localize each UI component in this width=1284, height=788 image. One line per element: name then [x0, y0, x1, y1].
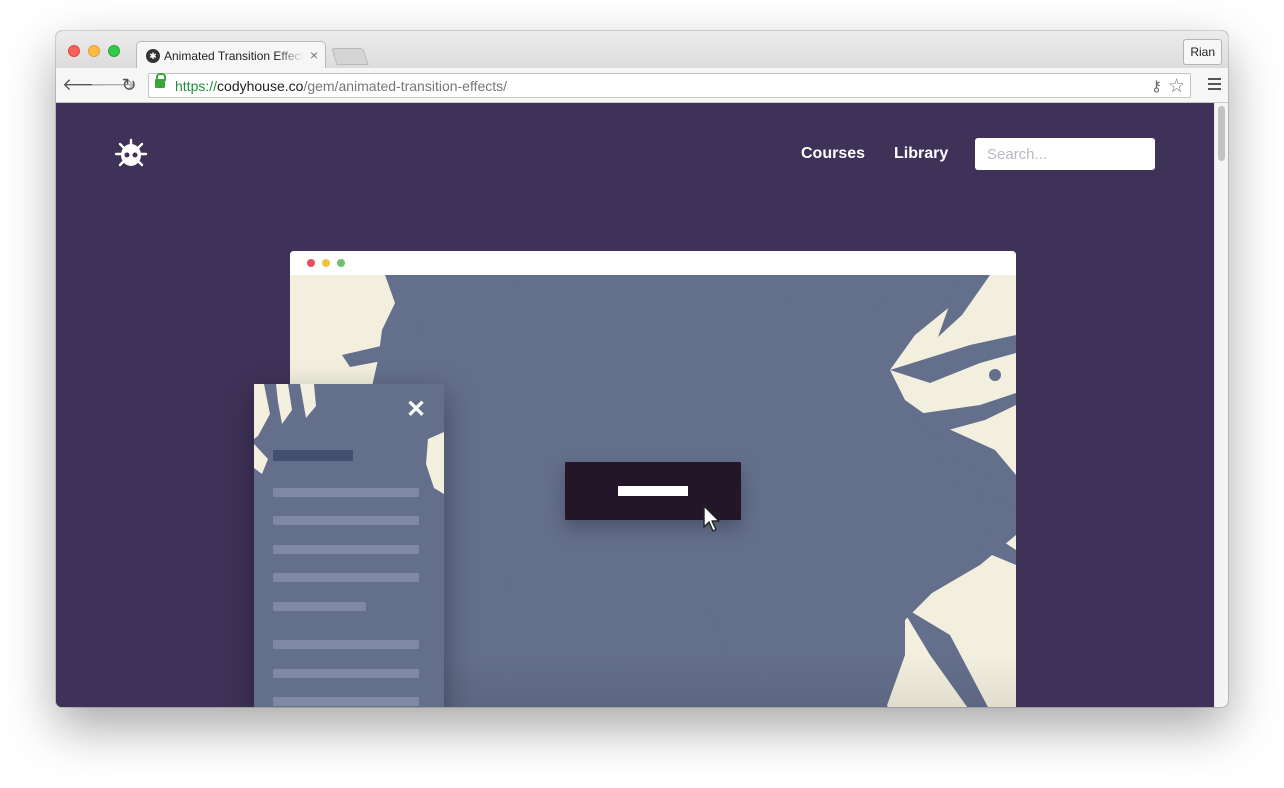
demo-button-label-bar — [618, 486, 688, 496]
close-window-button[interactable] — [68, 45, 80, 57]
close-panel-icon[interactable]: ✕ — [404, 398, 428, 422]
panel-menu-item[interactable] — [273, 516, 419, 525]
tab-close-icon[interactable]: × — [310, 47, 318, 63]
demo-yellow-dot — [322, 259, 330, 267]
zoom-window-button[interactable] — [108, 45, 120, 57]
panel-menu-item[interactable] — [273, 545, 419, 554]
profile-button[interactable]: Rian — [1183, 39, 1222, 65]
demo-window-bar — [290, 251, 1016, 275]
new-tab-button[interactable] — [331, 48, 369, 65]
codyhouse-favicon-icon: ✱ — [146, 49, 160, 63]
scrollbar-thumb[interactable] — [1218, 106, 1225, 161]
panel-menu-item[interactable] — [273, 640, 419, 649]
title-bar: ✱ Animated Transition Effects × Rian — [56, 31, 1228, 69]
browser-tab[interactable]: ✱ Animated Transition Effects × — [136, 41, 326, 69]
panel-menu-item[interactable] — [273, 573, 419, 582]
search-input[interactable] — [975, 138, 1155, 170]
url-scheme: https:// — [175, 78, 218, 94]
browser-toolbar: 🡐 🡒 ↻ https://codyhouse.co/gem/animated-… — [56, 68, 1228, 103]
url-path: /gem/animated-transition-effects/ — [303, 78, 508, 94]
panel-menu-item[interactable] — [273, 602, 366, 611]
bug-logo-icon[interactable] — [114, 137, 148, 171]
url-host: codyhouse.co — [217, 78, 304, 94]
nav-library-link[interactable]: Library — [894, 145, 948, 163]
address-bar[interactable]: https://codyhouse.co/gem/animated-transi… — [148, 73, 1191, 98]
hamburger-menu-icon[interactable] — [1208, 78, 1221, 91]
demo-green-dot — [337, 259, 345, 267]
web-page: Courses Library Search... ✕ — [56, 103, 1214, 707]
panel-menu-item[interactable] — [273, 697, 419, 706]
back-arrow-icon[interactable]: 🡐 — [62, 74, 108, 96]
panel-menu-item[interactable] — [273, 488, 419, 497]
key-icon[interactable]: ⚷ — [1151, 77, 1162, 95]
minimize-window-button[interactable] — [88, 45, 100, 57]
forward-arrow-icon[interactable]: 🡒 — [90, 74, 136, 96]
star-icon[interactable]: ☆ — [1168, 75, 1185, 98]
page-scrollbar[interactable] — [1214, 103, 1228, 707]
lock-icon — [155, 73, 166, 88]
demo-red-dot — [307, 259, 315, 267]
nav-courses-link[interactable]: Courses — [801, 145, 865, 163]
mouse-pointer-icon — [703, 505, 720, 532]
address-url[interactable]: https://codyhouse.co/gem/animated-transi… — [175, 78, 507, 94]
demo-side-panel: ✕ — [254, 384, 444, 707]
browser-window: ✱ Animated Transition Effects × Rian 🡐 🡒… — [56, 31, 1228, 707]
panel-menu-item[interactable] — [273, 669, 419, 678]
panel-heading-placeholder — [273, 450, 353, 461]
tab-title: Animated Transition Effects — [164, 49, 304, 63]
reload-icon[interactable]: ↻ — [118, 74, 140, 96]
